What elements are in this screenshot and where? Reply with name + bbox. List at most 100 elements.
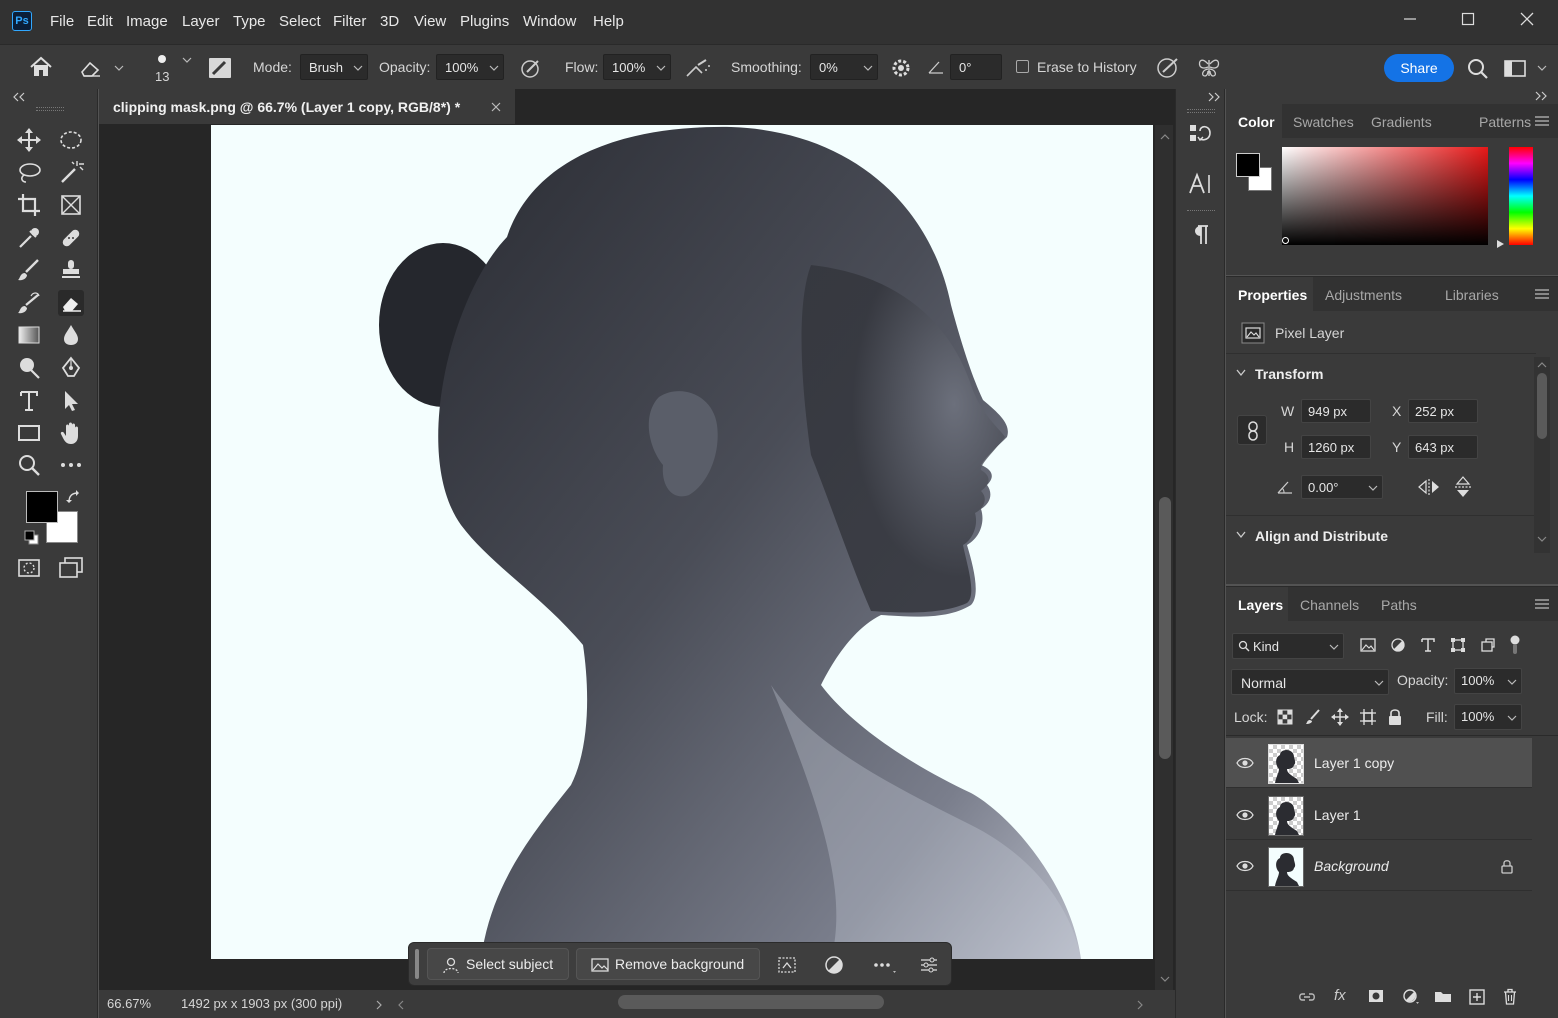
swap-colors-icon[interactable]	[66, 490, 82, 506]
filter-pixel-icon[interactable]	[1360, 637, 1376, 653]
tab-layers[interactable]: Layers	[1238, 597, 1283, 613]
taskbar-settings-icon[interactable]	[919, 955, 939, 975]
more-tools-icon[interactable]	[58, 452, 84, 478]
color-panel-foreground-swatch[interactable]	[1236, 153, 1260, 177]
layer-opacity-input[interactable]: 100%	[1454, 668, 1522, 694]
remove-background-button[interactable]: Remove background	[576, 948, 760, 980]
filter-adjustment-icon[interactable]	[1390, 637, 1406, 653]
minimize-icon[interactable]	[1397, 8, 1423, 30]
menu-layer[interactable]: Layer	[182, 13, 220, 30]
status-menu-chevron-icon[interactable]	[375, 999, 383, 1011]
menu-type[interactable]: Type	[233, 13, 266, 30]
select-subject-button[interactable]: Select subject	[427, 948, 569, 980]
visibility-eye-icon[interactable]	[1236, 808, 1254, 822]
flip-vertical-icon[interactable]	[1453, 476, 1473, 498]
menu-edit[interactable]: Edit	[87, 13, 113, 30]
vertical-scroll-thumb[interactable]	[1159, 497, 1171, 759]
menu-select[interactable]: Select	[279, 13, 321, 30]
history-panel-icon[interactable]	[1188, 121, 1214, 147]
brush-preset-picker[interactable]: 13	[146, 51, 192, 87]
layer-name[interactable]: Background	[1314, 858, 1389, 874]
align-distribute-title[interactable]: Align and Distribute	[1255, 528, 1388, 544]
horizontal-scroll-thumb[interactable]	[618, 995, 884, 1009]
tab-color[interactable]: Color	[1238, 114, 1275, 130]
lock-artboard-icon[interactable]	[1359, 708, 1377, 726]
path-selection-icon[interactable]	[58, 388, 84, 414]
collapse-tools-icon[interactable]	[12, 92, 26, 102]
close-document-icon[interactable]	[491, 102, 501, 112]
visibility-eye-icon[interactable]	[1236, 756, 1254, 770]
add-mask-icon[interactable]	[1368, 989, 1384, 1003]
airbrush-icon[interactable]	[684, 56, 712, 80]
blur-tool-icon[interactable]	[58, 322, 84, 348]
layer-row[interactable]: Layer 1 copy	[1226, 738, 1532, 788]
menu-filter[interactable]: Filter	[333, 13, 366, 30]
layer-style-fx-icon[interactable]: fx	[1334, 987, 1346, 1004]
maximize-icon[interactable]	[1455, 8, 1481, 30]
fill-input[interactable]: 100%	[1454, 704, 1522, 730]
link-layers-icon[interactable]	[1298, 990, 1316, 1004]
smoothing-gear-icon[interactable]	[889, 56, 913, 80]
erase-history-checkbox[interactable]	[1016, 60, 1029, 73]
workspace-switcher[interactable]	[1503, 57, 1553, 81]
crop-tool-icon[interactable]	[16, 192, 42, 218]
symmetry-butterfly-icon[interactable]	[1196, 55, 1222, 81]
scroll-left-icon[interactable]	[397, 999, 405, 1011]
expand-dock-icon[interactable]	[1207, 92, 1221, 102]
tab-properties[interactable]: Properties	[1238, 287, 1307, 303]
width-input[interactable]: 949 px	[1301, 399, 1371, 423]
zoom-level[interactable]: 66.67%	[107, 996, 151, 1011]
healing-brush-icon[interactable]	[58, 225, 84, 251]
menu-window[interactable]: Window	[523, 13, 576, 30]
screen-mode-icon[interactable]	[58, 555, 84, 581]
tab-libraries[interactable]: Libraries	[1445, 287, 1499, 303]
adjustment-circle-icon[interactable]	[824, 955, 844, 975]
tab-channels[interactable]: Channels	[1300, 597, 1359, 613]
visibility-eye-icon[interactable]	[1236, 859, 1254, 873]
move-tool-icon[interactable]	[16, 127, 42, 153]
dodge-tool-icon[interactable]	[16, 355, 42, 381]
layer-locked-icon[interactable]	[1501, 859, 1513, 874]
lock-all-icon[interactable]	[1388, 708, 1402, 726]
foreground-color-swatch[interactable]	[26, 491, 58, 523]
history-brush-icon[interactable]	[16, 290, 42, 316]
dock-grip[interactable]	[1187, 109, 1215, 113]
layer-filter-dropdown[interactable]: Kind	[1232, 633, 1344, 659]
height-input[interactable]: 1260 px	[1301, 435, 1371, 459]
layer-name[interactable]: Layer 1	[1314, 807, 1361, 823]
lock-position-icon[interactable]	[1331, 708, 1349, 726]
character-panel-icon[interactable]	[1188, 171, 1214, 197]
close-window-icon[interactable]	[1514, 8, 1540, 30]
flip-horizontal-icon[interactable]	[1417, 477, 1441, 497]
hand-tool-icon[interactable]	[58, 420, 84, 446]
search-icon[interactable]	[1466, 57, 1490, 81]
tools-grip[interactable]	[36, 107, 64, 111]
document-tab[interactable]: clipping mask.png @ 66.7% (Layer 1 copy,…	[99, 89, 515, 124]
properties-panel-menu-icon[interactable]	[1535, 289, 1549, 299]
hue-slider-marker[interactable]	[1496, 239, 1506, 249]
brush-tool-icon[interactable]	[16, 257, 42, 283]
opacity-input[interactable]: 100%	[436, 54, 504, 80]
color-picker-field[interactable]	[1282, 147, 1488, 245]
new-layer-icon[interactable]	[1469, 989, 1485, 1005]
expand-panels-icon[interactable]	[1534, 91, 1548, 101]
share-button[interactable]: Share	[1384, 54, 1454, 82]
lasso-tool-icon[interactable]	[16, 159, 42, 185]
delete-layer-icon[interactable]	[1503, 988, 1517, 1005]
rectangle-tool-icon[interactable]	[16, 420, 42, 446]
elliptical-marquee-icon[interactable]	[58, 127, 84, 153]
magic-wand-icon[interactable]	[58, 159, 84, 185]
transform-selection-icon[interactable]	[777, 955, 797, 975]
tab-swatches[interactable]: Swatches	[1293, 114, 1354, 130]
scroll-right-icon[interactable]	[1136, 999, 1144, 1011]
pressure-opacity-icon[interactable]	[518, 56, 544, 80]
menu-image[interactable]: Image	[126, 13, 168, 30]
clone-stamp-icon[interactable]	[58, 257, 84, 283]
menu-file[interactable]: File	[50, 13, 74, 30]
hue-slider[interactable]	[1509, 147, 1533, 245]
transform-section-title[interactable]: Transform	[1255, 366, 1323, 382]
transform-collapse-icon[interactable]	[1236, 369, 1246, 377]
pen-tool-icon[interactable]	[58, 355, 84, 381]
menu-plugins[interactable]: Plugins	[460, 13, 509, 30]
home-icon[interactable]	[28, 55, 54, 79]
